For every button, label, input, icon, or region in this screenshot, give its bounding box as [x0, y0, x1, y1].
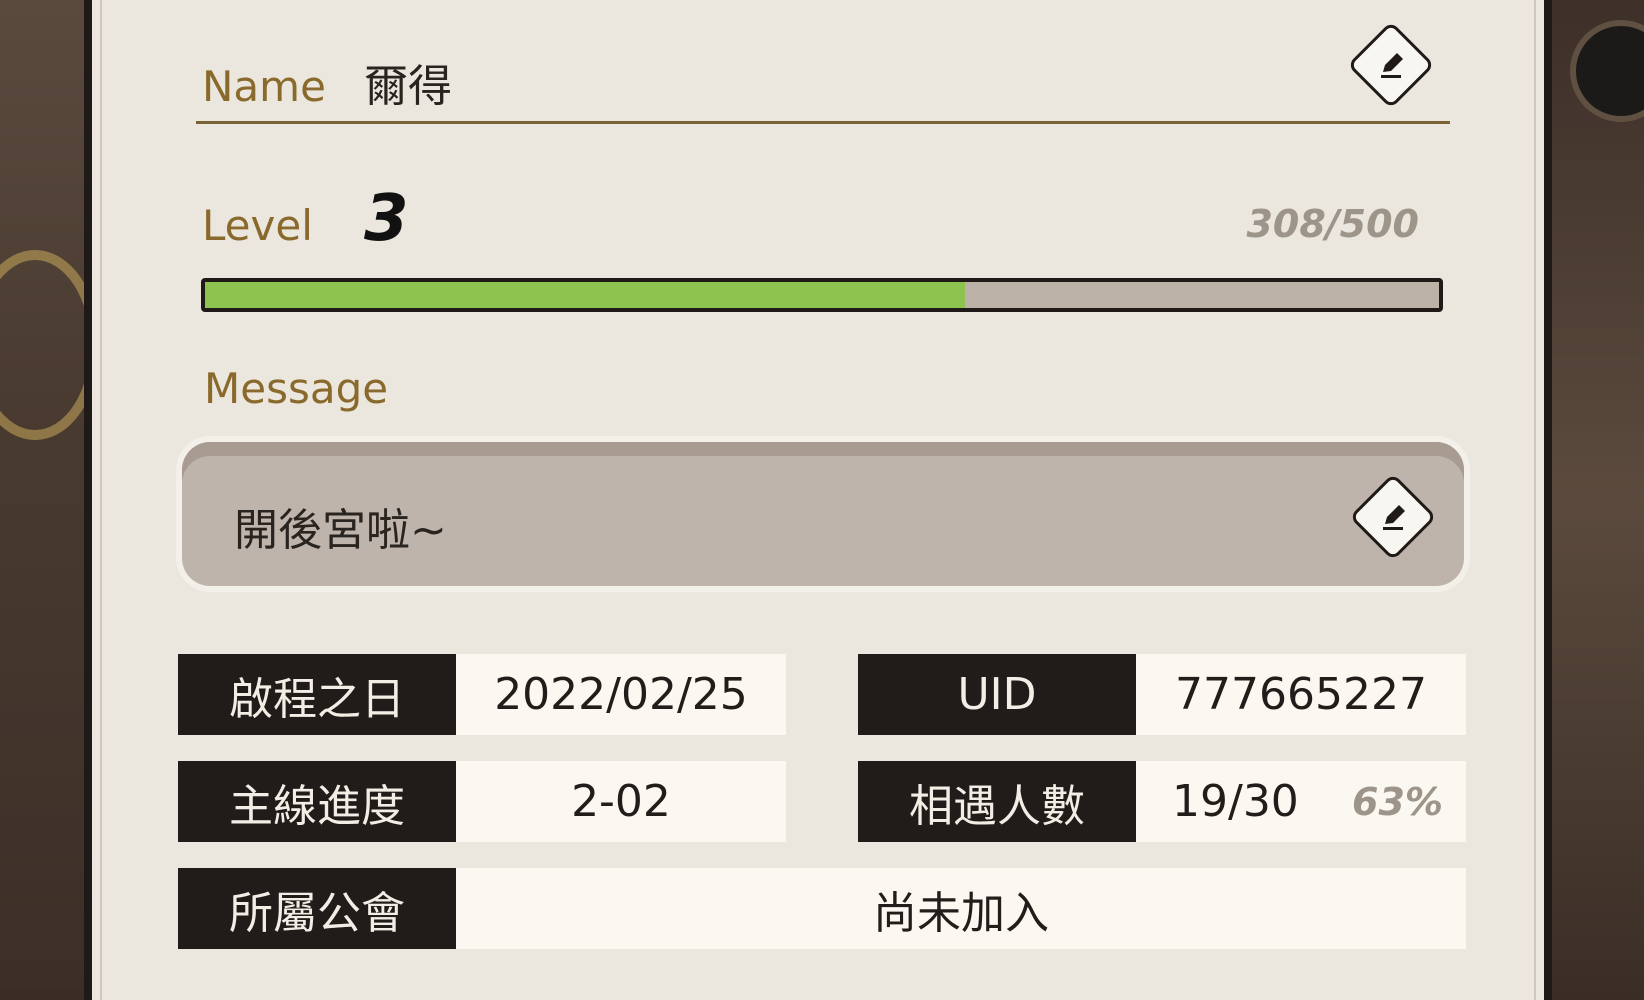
background-left [0, 0, 90, 990]
uid-value: 777665227 [1136, 654, 1466, 735]
message-label: Message [204, 364, 389, 413]
uid-label: UID [858, 654, 1136, 735]
edit-pencil-icon [1381, 53, 1403, 78]
message-text: 開後宮啦~ [234, 505, 447, 556]
encounters-label: 相遇人數 [858, 761, 1136, 842]
player-name: 爾得 [364, 61, 452, 112]
exp-bar-fill [205, 282, 966, 308]
guild-label: 所屬公會 [178, 868, 456, 949]
encounters-percent: 63% [1352, 780, 1443, 824]
name-label: Name [202, 62, 326, 111]
edit-pencil-icon [1383, 505, 1405, 530]
guild-value: 尚未加入 [456, 868, 1466, 949]
exp-bar [201, 278, 1443, 312]
main-progress-value: 2-02 [456, 761, 786, 842]
exp-counter: 308/500 [1246, 202, 1419, 246]
level-value: 3 [364, 182, 409, 256]
level-label: Level [202, 201, 313, 250]
start-date-value: 2022/02/25 [456, 654, 786, 735]
start-date-label: 啟程之日 [178, 654, 456, 735]
name-underline [196, 121, 1450, 124]
main-progress-label: 主線進度 [178, 761, 456, 842]
background-right [1544, 0, 1644, 990]
